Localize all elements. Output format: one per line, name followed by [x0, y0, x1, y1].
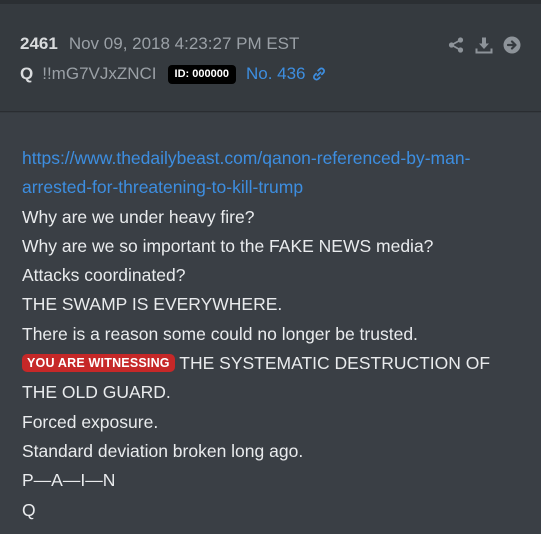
highlight-badge: YOU ARE WITNESSING — [22, 354, 175, 373]
body-line: Attacks coordinated? — [22, 265, 186, 286]
body-line: Why are we under heavy fire? — [22, 206, 255, 227]
post-number-link-label: No. 436 — [245, 64, 306, 83]
signature: Q — [22, 499, 36, 520]
post-content: https://www.thedailybeast.com/qanon-refe… — [22, 144, 527, 525]
article-link[interactable]: https://www.thedailybeast.com/qanon-refe… — [22, 144, 527, 203]
post-meta-row: 2461 Nov 09, 2018 4:23:27 PM EST — [20, 34, 299, 56]
tripcode: !!mG7VJxZNCI — [42, 64, 157, 83]
body-line: Standard deviation broken long ago. — [22, 440, 304, 461]
post-actions — [447, 36, 521, 54]
body-line: P—A—I—N — [22, 470, 116, 491]
body-line: There is a reason some could no longer b… — [22, 323, 418, 344]
post-number-link[interactable]: No. 436 — [246, 64, 327, 84]
body-line: Forced exposure. — [22, 411, 159, 432]
id-badge: ID: 000000 — [167, 64, 236, 84]
highlight-line: YOU ARE WITNESSING THE SYSTEMATIC DESTRU… — [22, 349, 527, 408]
chain-link-icon — [312, 67, 325, 81]
arrow-right-circle-icon[interactable] — [503, 36, 521, 54]
body-line: Why are we so important to the FAKE NEWS… — [22, 235, 434, 256]
body-line: THE SWAMP IS EVERYWHERE. — [22, 294, 283, 315]
post-body: https://www.thedailybeast.com/qanon-refe… — [0, 113, 541, 534]
download-icon[interactable] — [475, 36, 493, 54]
post-author-row: Q !!mG7VJxZNCI ID: 000000 No. 436 — [20, 63, 327, 85]
author-name: Q — [20, 64, 34, 83]
post-header: 2461 Nov 09, 2018 4:23:27 PM EST Q !!mG7… — [0, 4, 541, 112]
share-icon[interactable] — [447, 36, 465, 54]
post-number: 2461 — [20, 34, 58, 53]
post-date: Nov 09, 2018 4:23:27 PM EST — [68, 34, 300, 53]
